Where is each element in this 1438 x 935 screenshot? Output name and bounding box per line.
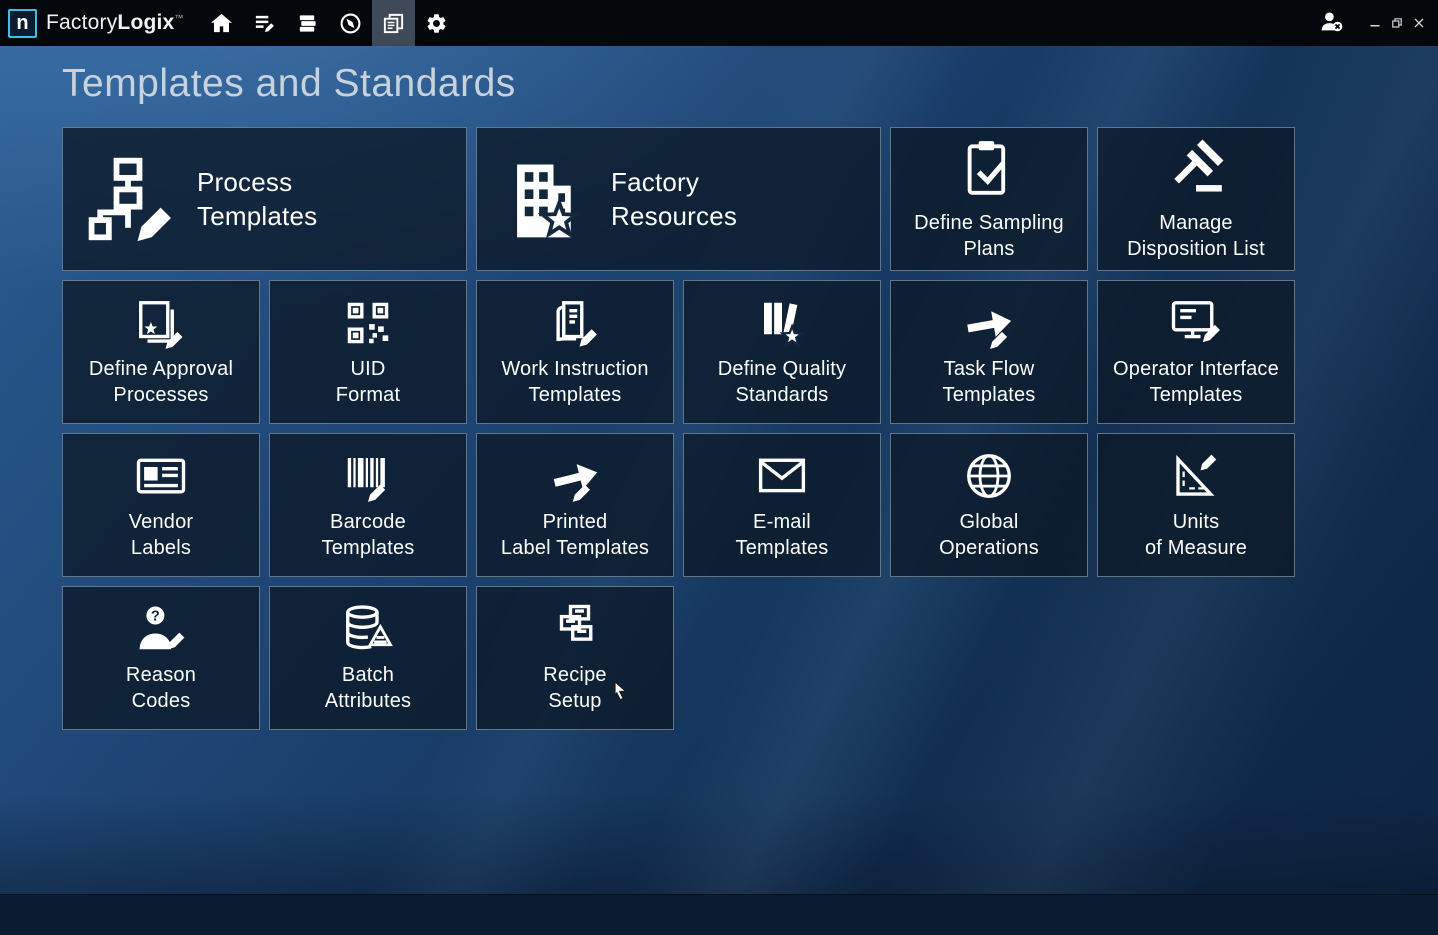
tile-email-templates[interactable]: E-mailTemplates <box>683 433 881 577</box>
restore-icon <box>1392 18 1402 28</box>
tile-label: ManageDisposition List <box>1127 210 1265 262</box>
brand-secondary: Logix <box>117 11 174 34</box>
books-star-icon <box>752 296 812 350</box>
tile-define-quality-standards[interactable]: Define QualityStandards <box>683 280 881 424</box>
window-controls <box>1364 0 1430 46</box>
svg-text:?: ? <box>151 609 160 625</box>
topbar-right <box>1316 0 1438 46</box>
recipe-stack-icon <box>545 602 605 656</box>
nav-button-templates[interactable] <box>372 0 415 46</box>
tile-task-flow-templates[interactable]: Task FlowTemplates <box>890 280 1088 424</box>
tile-label: BatchAttributes <box>325 662 411 714</box>
gear-icon <box>425 12 448 35</box>
tile-global-operations[interactable]: GlobalOperations <box>890 433 1088 577</box>
tile-label: Define ApprovalProcesses <box>89 356 233 408</box>
gavel-icon <box>1162 136 1230 198</box>
brand-primary: Factory <box>46 11 117 34</box>
database-triangle-icon <box>338 602 398 656</box>
brand-trademark: ™ <box>174 13 183 23</box>
restore-button[interactable] <box>1386 0 1408 46</box>
tile-label: FactoryResources <box>611 165 737 233</box>
person-question-pencil-icon: ? <box>131 602 191 656</box>
send-arrow-pencil-icon <box>545 449 605 503</box>
tile-printed-label-templates[interactable]: PrintedLabel Templates <box>476 433 674 577</box>
tile-reason-codes[interactable]: ? ReasonCodes <box>62 586 260 730</box>
tile-label: E-mailTemplates <box>736 509 829 561</box>
tile-label: Task FlowTemplates <box>943 356 1036 408</box>
tile-recipe-setup[interactable]: RecipeSetup <box>476 586 674 730</box>
topbar-nav <box>200 0 458 46</box>
tile-label: Work InstructionTemplates <box>501 356 648 408</box>
nav-button-production[interactable] <box>243 0 286 46</box>
envelope-icon <box>752 449 812 503</box>
factory-star-icon <box>487 153 597 245</box>
tile-batch-attributes[interactable]: BatchAttributes <box>269 586 467 730</box>
tile-label: RecipeSetup <box>543 662 606 714</box>
minimize-icon <box>1370 18 1380 28</box>
tile-label: Operator InterfaceTemplates <box>1113 356 1279 408</box>
ruler-pencil-icon <box>1166 449 1226 503</box>
tile-define-sampling-plans[interactable]: Define SamplingPlans <box>890 127 1088 271</box>
arrow-pencil-icon <box>959 296 1019 350</box>
compass-icon <box>339 12 362 35</box>
close-icon <box>1414 18 1424 28</box>
qr-code-icon <box>338 296 398 350</box>
barcode-pencil-icon <box>338 449 398 503</box>
home-icon <box>210 12 233 35</box>
factorylogix-logo-icon: n <box>8 9 37 38</box>
nav-button-analytics[interactable] <box>329 0 372 46</box>
user-offline-icon <box>1319 9 1344 37</box>
schedule-pencil-icon <box>253 12 276 35</box>
page-title: Templates and Standards <box>62 62 516 106</box>
flowchart-pencil-icon <box>73 153 183 245</box>
tile-manage-disposition-list[interactable]: ManageDisposition List <box>1097 127 1295 271</box>
monitor-pencil-icon <box>1166 296 1226 350</box>
tile-label: ReasonCodes <box>126 662 196 714</box>
label-card-icon <box>131 449 191 503</box>
tile-vendor-labels[interactable]: VendorLabels <box>62 433 260 577</box>
tile-label: Define SamplingPlans <box>914 210 1064 262</box>
approval-documents-star-icon <box>131 296 191 350</box>
globe-icon <box>959 449 1019 503</box>
user-status-button[interactable] <box>1316 8 1346 38</box>
nav-button-settings[interactable] <box>415 0 458 46</box>
tile-label: BarcodeTemplates <box>322 509 415 561</box>
tile-label: ProcessTemplates <box>197 165 317 233</box>
minimize-button[interactable] <box>1364 0 1386 46</box>
brand: FactoryLogix™ <box>46 11 184 35</box>
tile-factory-resources[interactable]: FactoryResources <box>476 127 881 271</box>
templates-documents-icon <box>382 12 405 35</box>
close-button[interactable] <box>1408 0 1430 46</box>
tile-uid-format[interactable]: UIDFormat <box>269 280 467 424</box>
document-pencil-icon <box>545 296 605 350</box>
logo-letter: n <box>16 12 28 35</box>
nav-button-materials[interactable] <box>286 0 329 46</box>
bottom-bar <box>0 894 1438 935</box>
tile-operator-interface-templates[interactable]: Operator InterfaceTemplates <box>1097 280 1295 424</box>
tile-grid: ProcessTemplates FactoryResources Define S… <box>62 127 1295 730</box>
tile-label: Define QualityStandards <box>718 356 846 408</box>
nav-button-home[interactable] <box>200 0 243 46</box>
clipboard-check-icon <box>955 136 1023 198</box>
tile-process-templates[interactable]: ProcessTemplates <box>62 127 467 271</box>
tile-label: PrintedLabel Templates <box>501 509 649 561</box>
tile-label: VendorLabels <box>129 509 194 561</box>
tile-barcode-templates[interactable]: BarcodeTemplates <box>269 433 467 577</box>
tile-work-instruction-templates[interactable]: Work InstructionTemplates <box>476 280 674 424</box>
tile-units-of-measure[interactable]: Unitsof Measure <box>1097 433 1295 577</box>
app-window: n FactoryLogix™ Templates and Standards … <box>0 0 1438 935</box>
topbar: n FactoryLogix™ <box>0 0 1438 46</box>
materials-stack-icon <box>296 12 319 35</box>
tile-label: Unitsof Measure <box>1145 509 1247 561</box>
main-area: Templates and Standards ProcessTemplates… <box>0 46 1438 895</box>
tile-label: UIDFormat <box>336 356 401 408</box>
tile-define-approval-processes[interactable]: Define ApprovalProcesses <box>62 280 260 424</box>
tile-label: GlobalOperations <box>939 509 1039 561</box>
